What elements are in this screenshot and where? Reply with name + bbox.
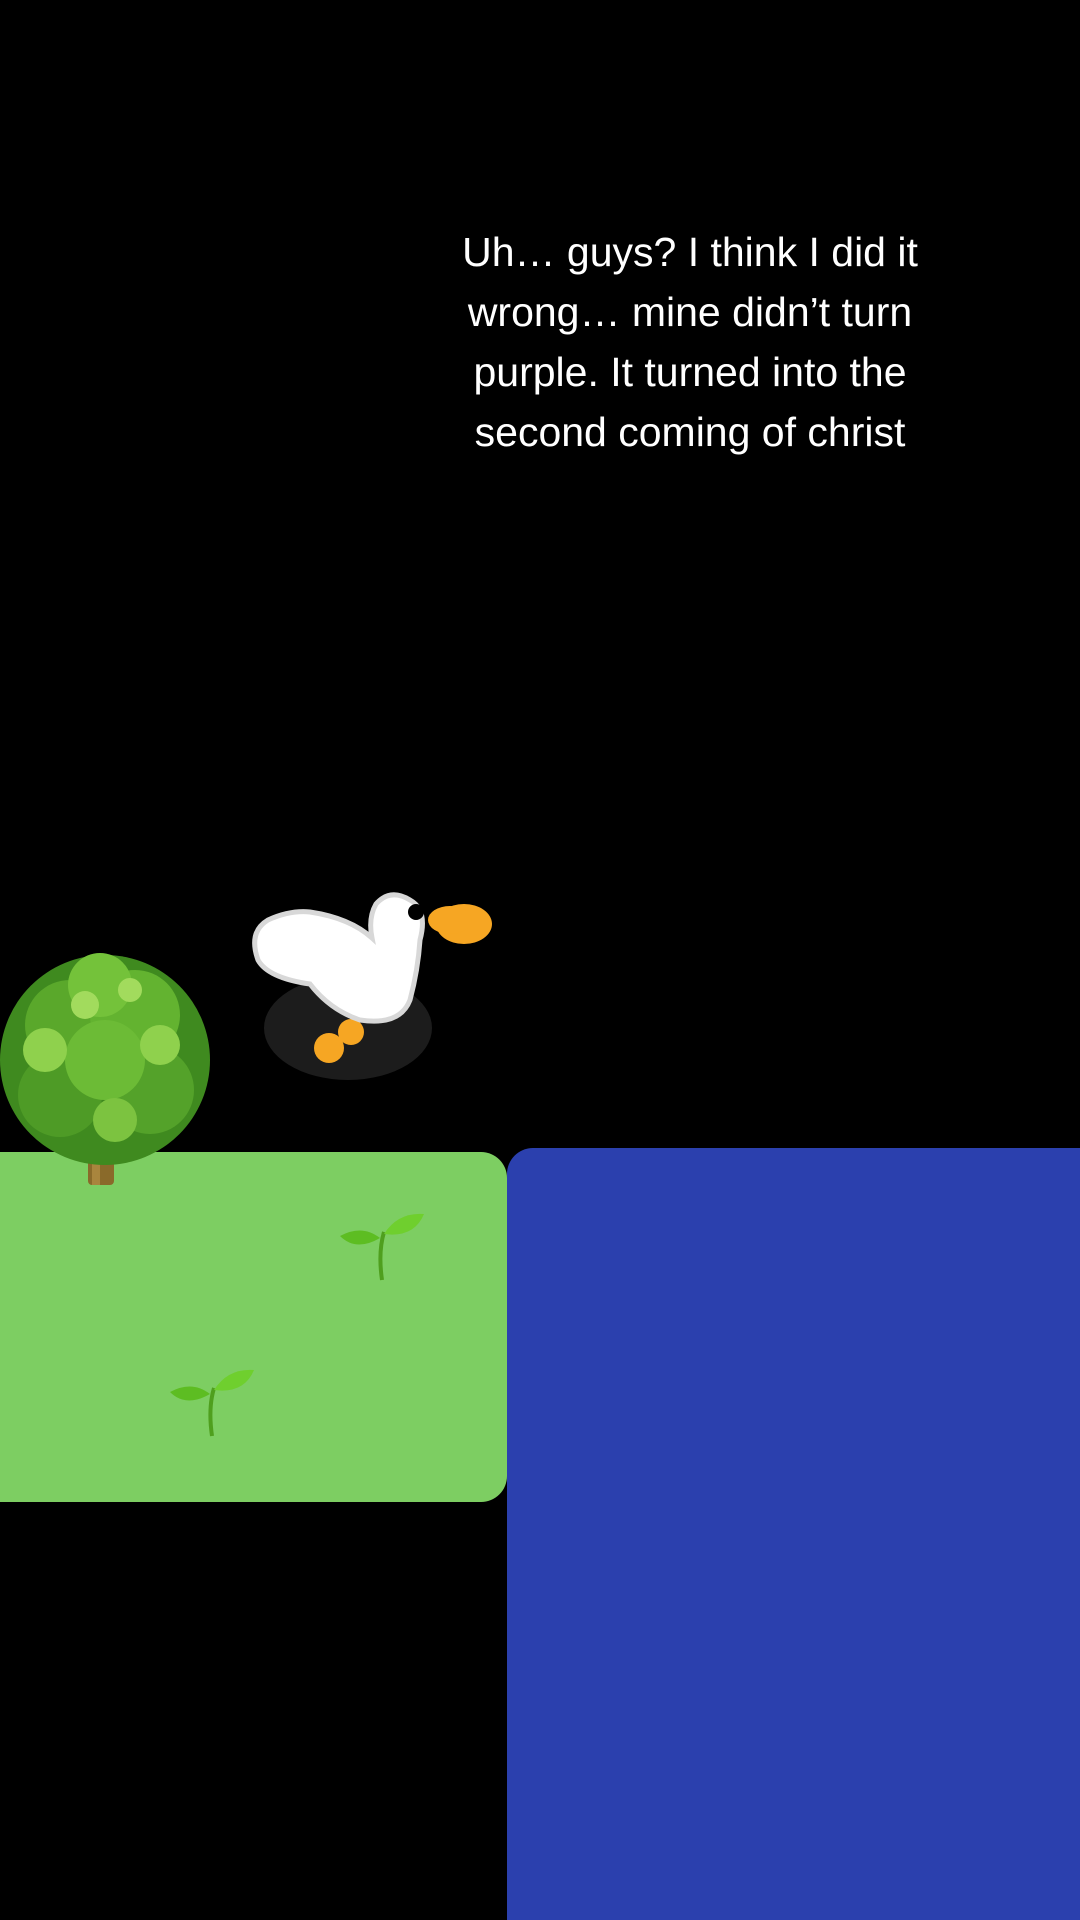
tree-icon [0,953,210,1185]
caption-line-4: second coming of christ [474,409,906,455]
caption-text: Uh… guys? I think I did it wrong… mine d… [405,222,975,462]
sprout-icon [170,1369,254,1437]
sprout-icon [340,1213,424,1281]
caption-line-3: purple. It turned into the [473,349,907,395]
water-block [507,1148,1080,1920]
goose-icon [252,892,492,1080]
caption-line-2: wrong… mine didn’t turn [467,289,913,335]
caption-line-1: Uh… guys? I think I did it [462,229,918,275]
dirt-block [0,1478,507,1920]
